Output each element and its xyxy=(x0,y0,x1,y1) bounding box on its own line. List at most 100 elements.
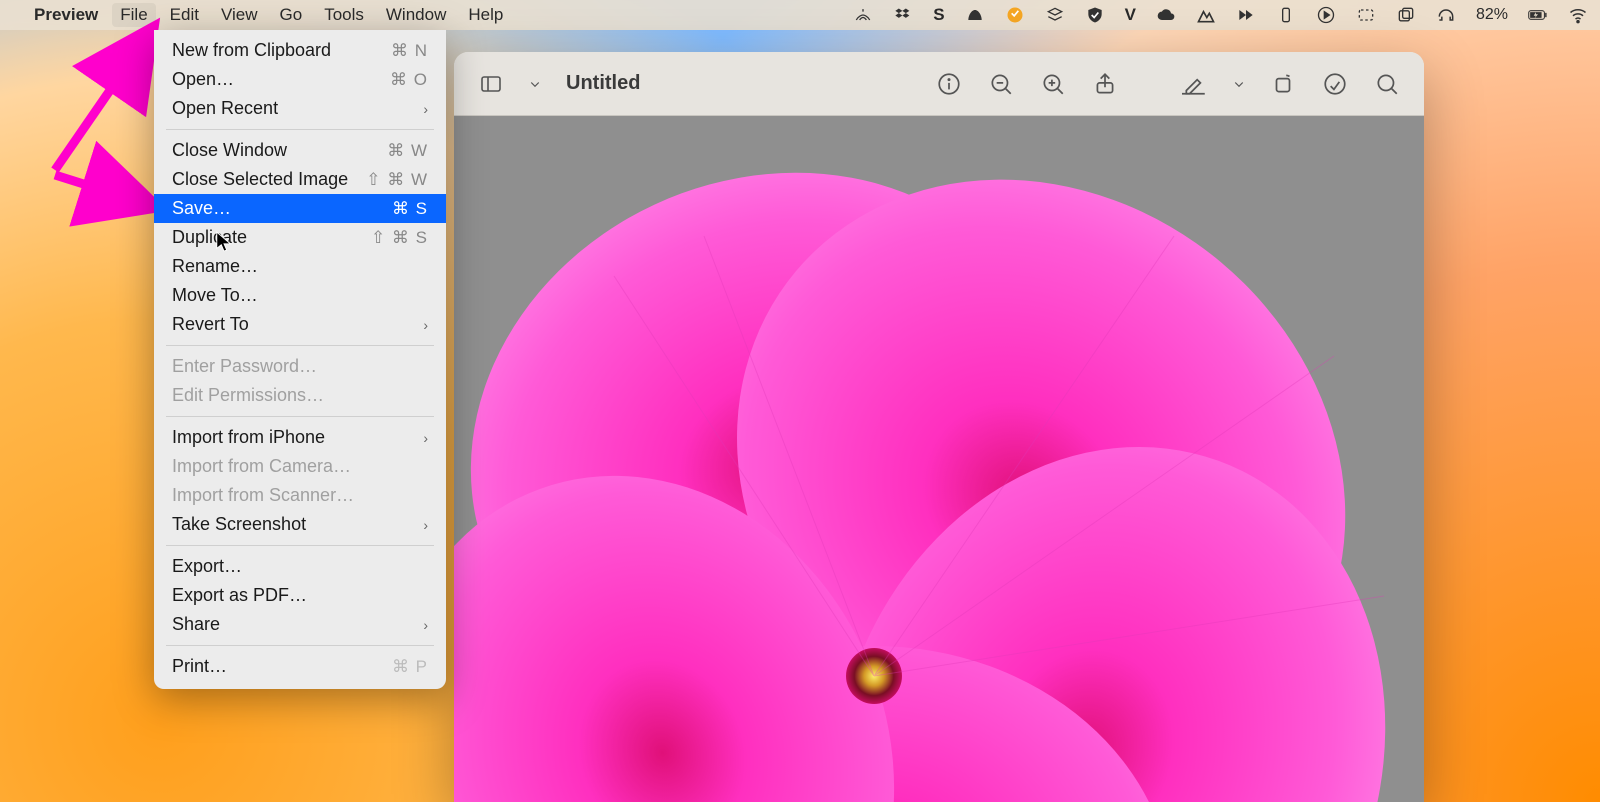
menu-item-close-selected-image[interactable]: Close Selected Image ⇧ ⌘ W xyxy=(154,165,446,194)
mountain-icon[interactable] xyxy=(1196,5,1216,25)
chevron-right-icon: › xyxy=(423,517,428,533)
menu-item-label: Edit Permissions… xyxy=(172,385,324,406)
menu-item-label: Share xyxy=(172,614,220,635)
chevron-right-icon: › xyxy=(423,430,428,446)
menubar: Preview File Edit View Go Tools Window H… xyxy=(0,0,1600,30)
menu-item-label: Rename… xyxy=(172,256,258,277)
v-icon[interactable]: V xyxy=(1125,5,1136,25)
menu-item-label: Close Selected Image xyxy=(172,169,348,190)
menu-item-label: Enter Password… xyxy=(172,356,317,377)
rotate-icon[interactable] xyxy=(1266,67,1300,101)
menu-item-label: Duplicate xyxy=(172,227,247,248)
menu-item-import-from-scanner: Import from Scanner… xyxy=(154,481,446,510)
menu-view[interactable]: View xyxy=(221,5,258,25)
menu-window[interactable]: Window xyxy=(386,5,446,25)
chevron-right-icon: › xyxy=(423,617,428,633)
menu-item-edit-permissions: Edit Permissions… xyxy=(154,381,446,410)
menu-item-export-as-pdf[interactable]: Export as PDF… xyxy=(154,581,446,610)
chevron-down-icon[interactable] xyxy=(1230,67,1248,101)
menu-item-new-from-clipboard[interactable]: New from Clipboard ⌘ N xyxy=(154,36,446,65)
strikethrough-icon[interactable]: S xyxy=(933,5,944,25)
markup-icon[interactable] xyxy=(1178,67,1212,101)
menu-item-label: Import from Scanner… xyxy=(172,485,354,506)
search-icon[interactable] xyxy=(1370,67,1404,101)
menu-item-label: New from Clipboard xyxy=(172,40,331,61)
display-icon[interactable] xyxy=(1356,5,1376,25)
stack-icon[interactable] xyxy=(1045,5,1065,25)
menu-item-save[interactable]: Save… ⌘ S xyxy=(154,194,446,223)
menu-item-label: Export… xyxy=(172,556,242,577)
airdrop-icon[interactable] xyxy=(853,5,873,25)
hat-icon[interactable] xyxy=(965,5,985,25)
zoom-out-icon[interactable] xyxy=(984,67,1018,101)
menu-separator xyxy=(166,416,434,417)
menu-item-shortcut: ⌘ P xyxy=(392,657,428,677)
menu-help[interactable]: Help xyxy=(468,5,503,25)
menu-edit[interactable]: Edit xyxy=(170,5,199,25)
app-menu[interactable]: Preview xyxy=(34,5,98,25)
menu-item-shortcut: ⌘ W xyxy=(387,141,428,161)
menu-item-label: Close Window xyxy=(172,140,287,161)
image-canvas[interactable] xyxy=(454,116,1424,802)
menu-item-label: Import from Camera… xyxy=(172,456,351,477)
menu-separator xyxy=(166,129,434,130)
menu-item-duplicate[interactable]: Duplicate ⇧ ⌘ S xyxy=(154,223,446,252)
menu-item-export[interactable]: Export… xyxy=(154,552,446,581)
zoom-in-icon[interactable] xyxy=(1036,67,1070,101)
fast-forward-icon[interactable] xyxy=(1236,5,1256,25)
menu-item-open-recent[interactable]: Open Recent › xyxy=(154,94,446,123)
mouse-cursor xyxy=(215,230,233,254)
cloud-icon[interactable] xyxy=(1156,5,1176,25)
menu-item-shortcut: ⌘ N xyxy=(391,41,428,61)
device-icon[interactable] xyxy=(1276,5,1296,25)
battery-icon[interactable] xyxy=(1528,5,1548,25)
file-menu-dropdown: New from Clipboard ⌘ N Open… ⌘ O Open Recent… xyxy=(154,30,446,689)
menubar-status: S V 82% xyxy=(853,5,1588,25)
window-toolbar: Untitled xyxy=(454,52,1424,116)
chevron-down-icon[interactable] xyxy=(526,67,544,101)
share-icon[interactable] xyxy=(1088,67,1122,101)
document-window: Untitled xyxy=(454,52,1424,802)
sidebar-icon[interactable] xyxy=(474,67,508,101)
menu-item-label: Take Screenshot xyxy=(172,514,306,535)
menu-item-label: Open… xyxy=(172,69,234,90)
menu-item-label: Revert To xyxy=(172,314,249,335)
menu-item-label: Open Recent xyxy=(172,98,278,119)
battery-percentage: 82% xyxy=(1476,6,1508,24)
menu-file[interactable]: File xyxy=(112,3,155,27)
dropbox-icon[interactable] xyxy=(893,5,913,25)
menu-item-label: Move To… xyxy=(172,285,258,306)
chevron-right-icon: › xyxy=(423,317,428,333)
highlight-icon[interactable] xyxy=(1318,67,1352,101)
menu-item-shortcut: ⇧ ⌘ W xyxy=(366,170,428,190)
shield-check-icon[interactable] xyxy=(1085,5,1105,25)
menu-separator xyxy=(166,345,434,346)
menu-item-print[interactable]: Print…⌘ P xyxy=(154,652,446,681)
windows-icon[interactable] xyxy=(1396,5,1416,25)
menu-item-label: Save… xyxy=(172,198,231,219)
menu-item-move-to[interactable]: Move To… xyxy=(154,281,446,310)
menu-item-share[interactable]: Share › xyxy=(154,610,446,639)
menu-item-revert-to[interactable]: Revert To › xyxy=(154,310,446,339)
menu-item-enter-password: Enter Password… xyxy=(154,352,446,381)
info-icon[interactable] xyxy=(932,67,966,101)
orange-circle-icon[interactable] xyxy=(1005,5,1025,25)
menu-go[interactable]: Go xyxy=(280,5,303,25)
menu-separator xyxy=(166,545,434,546)
menu-item-open[interactable]: Open… ⌘ O xyxy=(154,65,446,94)
menu-item-shortcut: ⌘ O xyxy=(390,70,428,90)
menu-item-shortcut: ⇧ ⌘ S xyxy=(371,228,428,248)
menu-item-close-window[interactable]: Close Window ⌘ W xyxy=(154,136,446,165)
menu-tools[interactable]: Tools xyxy=(324,5,364,25)
menu-item-take-screenshot[interactable]: Take Screenshot › xyxy=(154,510,446,539)
menu-item-rename[interactable]: Rename… xyxy=(154,252,446,281)
window-title: Untitled xyxy=(566,72,640,95)
headphones-icon[interactable] xyxy=(1436,5,1456,25)
menu-item-shortcut: ⌘ S xyxy=(392,199,428,219)
wifi-icon[interactable] xyxy=(1568,5,1588,25)
menu-item-label: Import from iPhone xyxy=(172,427,325,448)
play-circle-icon[interactable] xyxy=(1316,5,1336,25)
menu-item-import-from-camera: Import from Camera… xyxy=(154,452,446,481)
menu-item-import-from-iphone[interactable]: Import from iPhone › xyxy=(154,423,446,452)
chevron-right-icon: › xyxy=(423,101,428,117)
